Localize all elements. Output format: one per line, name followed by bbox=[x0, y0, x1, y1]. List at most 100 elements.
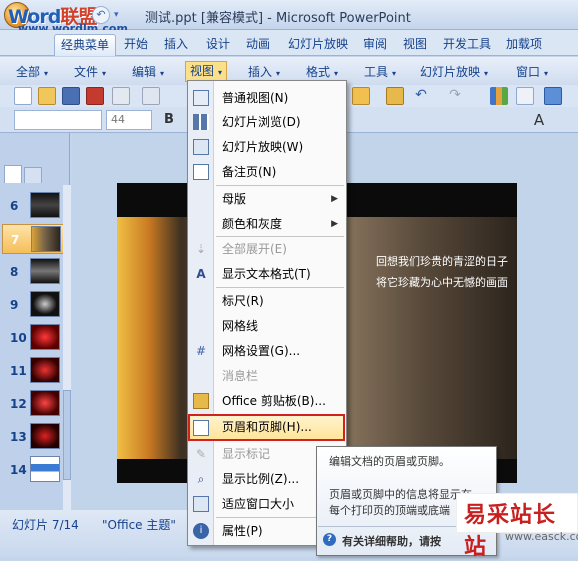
clipboard-icon bbox=[193, 393, 209, 409]
slide-thumb-9[interactable]: 9 bbox=[2, 290, 68, 320]
submenu-arrow-icon: ▶ bbox=[331, 194, 338, 204]
slide-preview bbox=[30, 357, 60, 383]
menu-insert[interactable]: 插入 ▾ bbox=[248, 63, 280, 81]
slides-pane bbox=[0, 133, 70, 510]
normal-view-icon bbox=[193, 90, 209, 106]
menu-separator bbox=[216, 185, 344, 186]
menu-item-gridlines[interactable]: 网格线 bbox=[188, 314, 346, 338]
menu-item-ruler[interactable]: 标尺(R) bbox=[188, 289, 346, 313]
slide-sorter-icon bbox=[193, 114, 209, 130]
expand-all-icon: ⇣ bbox=[195, 242, 207, 256]
grid-icon: # bbox=[195, 344, 207, 358]
header-footer-icon bbox=[193, 420, 209, 436]
menu-item-message-bar[interactable]: 消息栏 bbox=[188, 364, 346, 388]
menu-item-grid-settings[interactable]: # 网格设置(G)... bbox=[188, 339, 346, 363]
slide-preview bbox=[30, 423, 60, 449]
menu-item-notes-page[interactable]: 备注页(N) bbox=[188, 160, 346, 184]
open-icon[interactable] bbox=[38, 87, 56, 105]
site-watermark-url: www.easck.com bbox=[505, 530, 578, 543]
menu-format[interactable]: 格式 ▾ bbox=[306, 63, 338, 81]
slide-thumb-7[interactable]: 7 bbox=[2, 224, 68, 254]
show-icon[interactable] bbox=[544, 87, 562, 105]
menu-item-header-footer[interactable]: 页眉和页脚(H)... bbox=[188, 414, 345, 441]
spelling-icon[interactable] bbox=[142, 87, 160, 105]
markup-icon: ✎ bbox=[195, 447, 207, 461]
menu-slideshow[interactable]: 幻灯片放映 ▾ bbox=[420, 63, 488, 81]
undo-icon[interactable]: ↶ bbox=[92, 6, 110, 24]
qat-customize-icon[interactable]: ▾ bbox=[114, 6, 124, 24]
menu-all[interactable]: 全部 ▾ bbox=[16, 63, 48, 81]
tab-insert[interactable]: 插入 bbox=[164, 34, 188, 56]
tab-view[interactable]: 视图 bbox=[403, 34, 427, 56]
outline-tab[interactable] bbox=[24, 167, 42, 183]
tooltip-text-2: 页眉或页脚中的信息将显示在 bbox=[329, 488, 472, 501]
site-watermark-name: 易采站长站 bbox=[464, 502, 557, 560]
slide-preview bbox=[30, 390, 60, 416]
menu-item-expand-all[interactable]: ⇣ 全部展开(E) bbox=[188, 237, 346, 261]
menu-tools[interactable]: 工具 ▾ bbox=[364, 63, 396, 81]
font-name-combo[interactable] bbox=[14, 110, 102, 130]
slide-thumb-13[interactable]: 13 bbox=[2, 422, 68, 452]
status-slide-count: 幻灯片 7/14 bbox=[12, 518, 79, 532]
menu-item-show-text-format[interactable]: A 显示文本格式(T) bbox=[188, 262, 346, 286]
menu-item-normal-view[interactable]: 普通视图(N) bbox=[188, 86, 346, 110]
quick-access-toolbar: ↶ ▾ bbox=[92, 6, 124, 24]
properties-icon: i bbox=[193, 523, 209, 539]
tab-design[interactable]: 设计 bbox=[206, 34, 230, 56]
permission-icon[interactable] bbox=[86, 87, 104, 105]
font-size-combo[interactable]: 44 bbox=[106, 110, 152, 130]
zoom-icon: ⌕ bbox=[197, 472, 205, 486]
menu-edit[interactable]: 编辑 ▾ bbox=[132, 63, 164, 81]
ribbon-tabs: 经典菜单 开始 插入 设计 动画 幻灯片放映 审阅 视图 开发工具 加载项 bbox=[0, 30, 578, 56]
slide-preview bbox=[30, 258, 60, 284]
menu-window[interactable]: 窗口 ▾ bbox=[516, 63, 548, 81]
new-icon[interactable] bbox=[14, 87, 32, 105]
tab-animations[interactable]: 动画 bbox=[246, 34, 270, 56]
help-icon: ? bbox=[323, 533, 336, 546]
menu-item-master[interactable]: 母版 ▶ bbox=[188, 187, 346, 211]
tab-home[interactable]: 开始 bbox=[124, 34, 148, 56]
slide-preview bbox=[30, 324, 60, 350]
tab-addins[interactable]: 加载项 bbox=[506, 34, 542, 56]
tab-classic-menu[interactable]: 经典菜单 bbox=[54, 34, 117, 56]
tab-slideshow[interactable]: 幻灯片放映 bbox=[288, 34, 348, 56]
fit-window-icon bbox=[193, 496, 209, 512]
chart-icon[interactable] bbox=[490, 87, 508, 105]
pane-tabs bbox=[4, 165, 64, 183]
slide-text-line-1[interactable]: 回想我们珍贵的青涩的日子 bbox=[376, 253, 508, 269]
menu-file[interactable]: 文件 ▾ bbox=[74, 63, 106, 81]
menu-view[interactable]: 视图 ▾ bbox=[185, 61, 228, 82]
tooltip-text-3: 每个打印页的顶端或底端 bbox=[329, 504, 450, 517]
slide-thumb-10[interactable]: 10 bbox=[2, 323, 68, 353]
slide-thumb-11[interactable]: 11 bbox=[2, 356, 68, 386]
slide-thumb-12[interactable]: 12 bbox=[2, 389, 68, 419]
menu-item-office-clipboard[interactable]: Office 剪贴板(B)... bbox=[188, 389, 346, 413]
print-icon[interactable] bbox=[112, 87, 130, 105]
slide-thumb-6[interactable]: 6 bbox=[2, 191, 68, 221]
slide-preview bbox=[31, 226, 61, 252]
undo-toolbar-icon[interactable]: ↶ bbox=[412, 87, 430, 105]
paste-icon[interactable] bbox=[352, 87, 370, 105]
slide-thumb-14[interactable]: 14 bbox=[2, 455, 68, 485]
font-color-icon[interactable]: A bbox=[530, 111, 548, 129]
tooltip-help-text: 有关详细帮助，请按 bbox=[342, 535, 441, 548]
bold-button[interactable]: B bbox=[160, 111, 178, 129]
window-title: 测试.ppt [兼容模式] - Microsoft PowerPoint bbox=[145, 11, 411, 26]
save-icon[interactable] bbox=[62, 87, 80, 105]
text-format-icon: A bbox=[196, 267, 206, 281]
format-painter-icon[interactable] bbox=[386, 87, 404, 105]
slides-tab[interactable] bbox=[4, 165, 22, 183]
slide-thumb-8[interactable]: 8 bbox=[2, 257, 68, 287]
tab-review[interactable]: 审阅 bbox=[363, 34, 387, 56]
menu-item-slide-sorter[interactable]: 幻灯片浏览(D) bbox=[188, 110, 346, 134]
table-icon[interactable] bbox=[516, 87, 534, 105]
slide-preview bbox=[30, 192, 60, 218]
redo-toolbar-icon[interactable]: ↷ bbox=[446, 87, 464, 105]
slide-text-line-2[interactable]: 将它珍藏为心中无憾的画面 bbox=[376, 274, 508, 290]
menu-item-slideshow[interactable]: 幻灯片放映(W) bbox=[188, 135, 346, 159]
submenu-arrow-icon: ▶ bbox=[331, 219, 338, 229]
menu-item-color-grayscale[interactable]: 颜色和灰度 ▶ bbox=[188, 212, 346, 236]
slide-preview bbox=[30, 456, 60, 482]
tab-developer[interactable]: 开发工具 bbox=[443, 34, 491, 56]
scrollbar-thumb[interactable] bbox=[63, 390, 71, 480]
